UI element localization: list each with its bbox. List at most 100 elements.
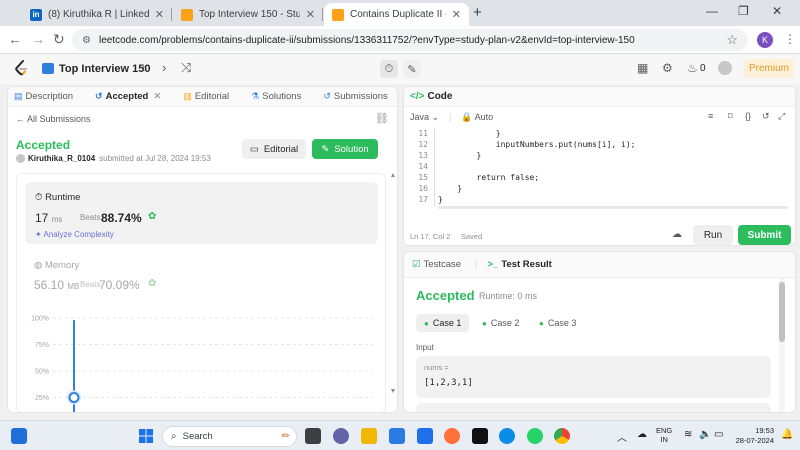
user-avatar[interactable]: [718, 61, 732, 75]
tab-test-result[interactable]: >_ Test Result: [488, 259, 552, 270]
file-explorer-icon[interactable]: [361, 428, 377, 444]
scroll-thumb[interactable]: [779, 282, 785, 342]
tab-contains-duplicate[interactable]: Contains Duplicate II - LeetCod ✕: [324, 3, 469, 26]
left-panel-scrollbar[interactable]: [391, 173, 395, 393]
all-submissions-link[interactable]: ← All Submissions: [16, 114, 91, 124]
chevron-up-icon[interactable]: ︿: [617, 429, 627, 444]
system-clock[interactable]: 19:53 28-07-2024: [734, 426, 774, 446]
tab-accepted[interactable]: ↺ Accepted ✕: [95, 91, 161, 102]
format-icon[interactable]: ≡: [708, 111, 713, 121]
leetcode-logo-icon[interactable]: [14, 60, 29, 77]
result-scrollbar[interactable]: [779, 278, 785, 412]
whatsapp-icon[interactable]: [527, 428, 543, 444]
share-link-icon[interactable]: ⛓: [375, 112, 389, 125]
code-area[interactable]: 11 } 12 inputNumbers.put(nums[i], i); 13…: [404, 127, 795, 207]
divider: |: [475, 259, 478, 270]
close-window-icon[interactable]: ✕: [772, 4, 782, 18]
site-info-icon[interactable]: ⚙: [82, 35, 91, 46]
braces-icon[interactable]: {}: [745, 111, 751, 121]
memory-label-text: Memory: [44, 260, 80, 271]
settings-gear-icon[interactable]: ⚙: [662, 61, 673, 75]
windows-start-icon[interactable]: [139, 429, 153, 443]
runtime-box[interactable]: ⏱ Runtime 17 ms Beats 88.74% ✿ ✦ Analyze…: [25, 182, 378, 244]
edge-icon[interactable]: [499, 428, 515, 444]
taskbar-search[interactable]: ⌕ Search ✏: [162, 426, 297, 447]
back-icon[interactable]: ←: [8, 31, 22, 47]
wifi-icon[interactable]: ≋: [684, 429, 692, 440]
reset-icon[interactable]: ↺: [762, 111, 770, 122]
study-plan-title[interactable]: Top Interview 150: [59, 63, 151, 75]
close-tab-icon[interactable]: ✕: [452, 8, 461, 21]
chart-highlight-point[interactable]: [68, 392, 80, 403]
chrome-icon[interactable]: [554, 428, 570, 444]
memory-label[interactable]: ◍ Memory: [34, 260, 79, 271]
firefox-icon[interactable]: [444, 428, 460, 444]
restore-icon[interactable]: ❐: [738, 4, 749, 18]
shuffle-icon[interactable]: ⤨: [181, 60, 191, 76]
tab-solutions[interactable]: ⚗ Solutions: [251, 91, 301, 102]
runtime-distribution-chart[interactable]: 100% 75% 50% 25%: [25, 314, 375, 413]
notification-bell-icon[interactable]: 🔔: [781, 429, 793, 440]
test-result-panel: ☑ Testcase | >_ Test Result Accepted Runti…: [403, 251, 796, 413]
line-number: 15: [418, 173, 428, 182]
prev-problem-icon[interactable]: ‹: [141, 60, 145, 75]
minimize-icon[interactable]: —: [706, 4, 718, 18]
editorial-button[interactable]: ▭ Editorial: [242, 139, 306, 159]
timer-icon[interactable]: ⏱: [380, 60, 398, 78]
language-indicator[interactable]: ENG IN: [656, 426, 672, 444]
hint-icon[interactable]: ☁: [672, 229, 682, 240]
tab-editorial[interactable]: ▥ Editorial: [183, 91, 229, 102]
submit-button[interactable]: Submit: [738, 225, 791, 245]
forward-icon[interactable]: →: [31, 31, 45, 47]
store-icon[interactable]: [389, 428, 405, 444]
tab-submissions[interactable]: ↺ Submissions: [323, 91, 387, 102]
teams-icon[interactable]: [333, 428, 349, 444]
premium-button[interactable]: Premium: [744, 59, 794, 78]
next-problem-icon[interactable]: ›: [162, 60, 166, 75]
bookmark-icon[interactable]: ⌑: [728, 111, 733, 122]
volume-icon[interactable]: 🔈: [699, 429, 711, 440]
code-horizontal-scrollbar[interactable]: [438, 206, 788, 209]
run-button[interactable]: Run: [693, 225, 733, 245]
cloud-icon[interactable]: ☁: [637, 429, 647, 440]
fullscreen-icon[interactable]: ⤢: [778, 111, 785, 122]
tab-testcase[interactable]: ☑ Testcase: [412, 259, 461, 270]
language-label: Java: [410, 111, 430, 122]
username[interactable]: Kiruthika_R_0104: [28, 154, 95, 163]
bookmark-star-icon[interactable]: ☆: [726, 32, 738, 48]
tab-linkedin[interactable]: in (8) Kiruthika R | LinkedIn ✕: [22, 3, 172, 26]
widgets-icon[interactable]: [11, 428, 27, 444]
app-icon[interactable]: [417, 428, 433, 444]
analyze-complexity-link[interactable]: ✦ Analyze Complexity: [35, 230, 114, 239]
terminal-icon[interactable]: [472, 428, 488, 444]
tab-label: Testcase: [423, 259, 462, 270]
fire-streak-icon[interactable]: ♨: [687, 61, 698, 75]
input-box: nums = [1,2,3,1]: [416, 356, 771, 398]
chart-y-tick-label: 50%: [35, 369, 49, 376]
url-input[interactable]: ⚙ leetcode.com/problems/contains-duplica…: [72, 29, 748, 51]
layout-grid-icon[interactable]: ▦: [637, 61, 648, 75]
case-3-tab[interactable]: ● Case 3: [531, 314, 584, 332]
case-2-tab[interactable]: ● Case 2: [474, 314, 527, 332]
line-text: }: [438, 195, 443, 204]
task-view-icon[interactable]: [305, 428, 321, 444]
notes-icon[interactable]: ✎: [403, 60, 421, 78]
language-select[interactable]: Java ⌄: [410, 112, 439, 123]
tab-description[interactable]: ▤ Description: [14, 91, 73, 102]
search-highlight-icon: ✏: [281, 431, 290, 442]
solution-button[interactable]: ✎ Solution: [312, 139, 378, 159]
close-tab-icon[interactable]: ✕: [306, 8, 315, 21]
close-tab-icon[interactable]: ✕: [155, 8, 164, 21]
result-tabs: ☑ Testcase | >_ Test Result: [404, 252, 795, 278]
browser-menu-icon[interactable]: ⋮: [784, 32, 796, 46]
line-number: 16: [418, 184, 428, 193]
case-1-tab[interactable]: ● Case 1: [416, 314, 470, 332]
code-line: 15 return false;: [404, 173, 795, 184]
auto-mode-toggle[interactable]: 🔒 Auto: [461, 112, 493, 123]
close-tab-icon[interactable]: ✕: [153, 91, 161, 102]
tab-study-plan[interactable]: Top Interview 150 - Study Plan ✕: [173, 3, 323, 26]
reload-icon[interactable]: ↻: [53, 31, 65, 48]
new-tab-button[interactable]: +: [473, 4, 482, 21]
battery-icon[interactable]: ▭: [714, 429, 723, 440]
profile-avatar[interactable]: K: [757, 32, 773, 48]
